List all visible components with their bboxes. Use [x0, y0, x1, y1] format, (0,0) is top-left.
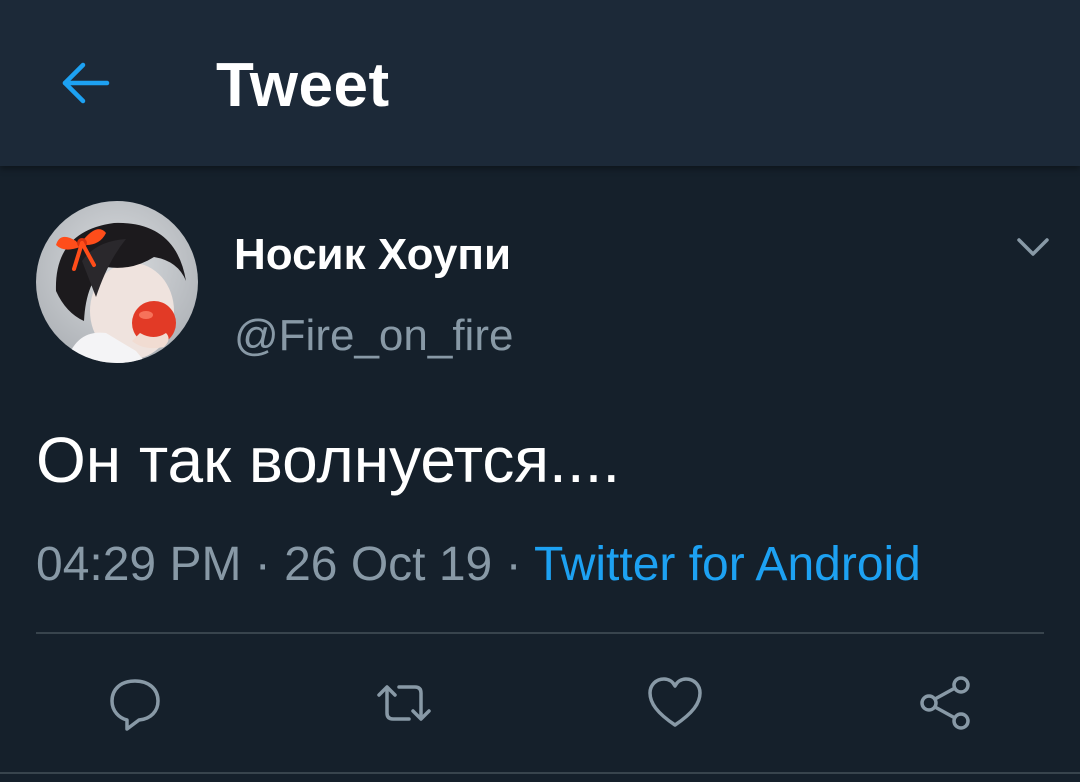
author-display-name[interactable]: Носик Хоупи: [234, 225, 511, 285]
like-button[interactable]: [640, 668, 710, 738]
reply-button[interactable]: [100, 668, 170, 738]
avatar[interactable]: [36, 201, 198, 363]
share-button[interactable]: [910, 668, 980, 738]
divider: [0, 772, 1080, 774]
divider: [36, 632, 1044, 634]
user-avatar-image: [36, 201, 198, 363]
page-title: Tweet: [216, 51, 390, 120]
retweet-icon: [377, 685, 431, 721]
meta-separator: ·: [492, 538, 535, 591]
tweet-text: Он так волнуется....: [36, 424, 621, 496]
share-icon: [920, 676, 970, 730]
tweet-detail-screen: Tweet Носик Хоупи @Fire_on_fire Он так в…: [0, 0, 1080, 782]
meta-separator: ·: [241, 538, 285, 591]
top-app-bar: Tweet: [0, 0, 1080, 166]
tweet-date: 26 Oct 19: [284, 538, 493, 591]
author-handle[interactable]: @Fire_on_fire: [234, 306, 513, 366]
reply-bubble-icon: [110, 679, 160, 731]
heart-icon: [648, 677, 702, 727]
arrow-left-icon: [62, 62, 110, 104]
tweet-time: 04:29 PM: [36, 538, 242, 591]
chevron-down-icon: [1017, 238, 1049, 256]
back-button[interactable]: [52, 50, 118, 116]
tweet-source-link[interactable]: Twitter for Android: [534, 538, 921, 591]
tweet-meta: 04:29 PM · 26 Oct 19 · Twitter for Andro…: [36, 533, 921, 597]
tweet-options-button[interactable]: [1006, 222, 1060, 272]
retweet-button[interactable]: [369, 668, 439, 738]
